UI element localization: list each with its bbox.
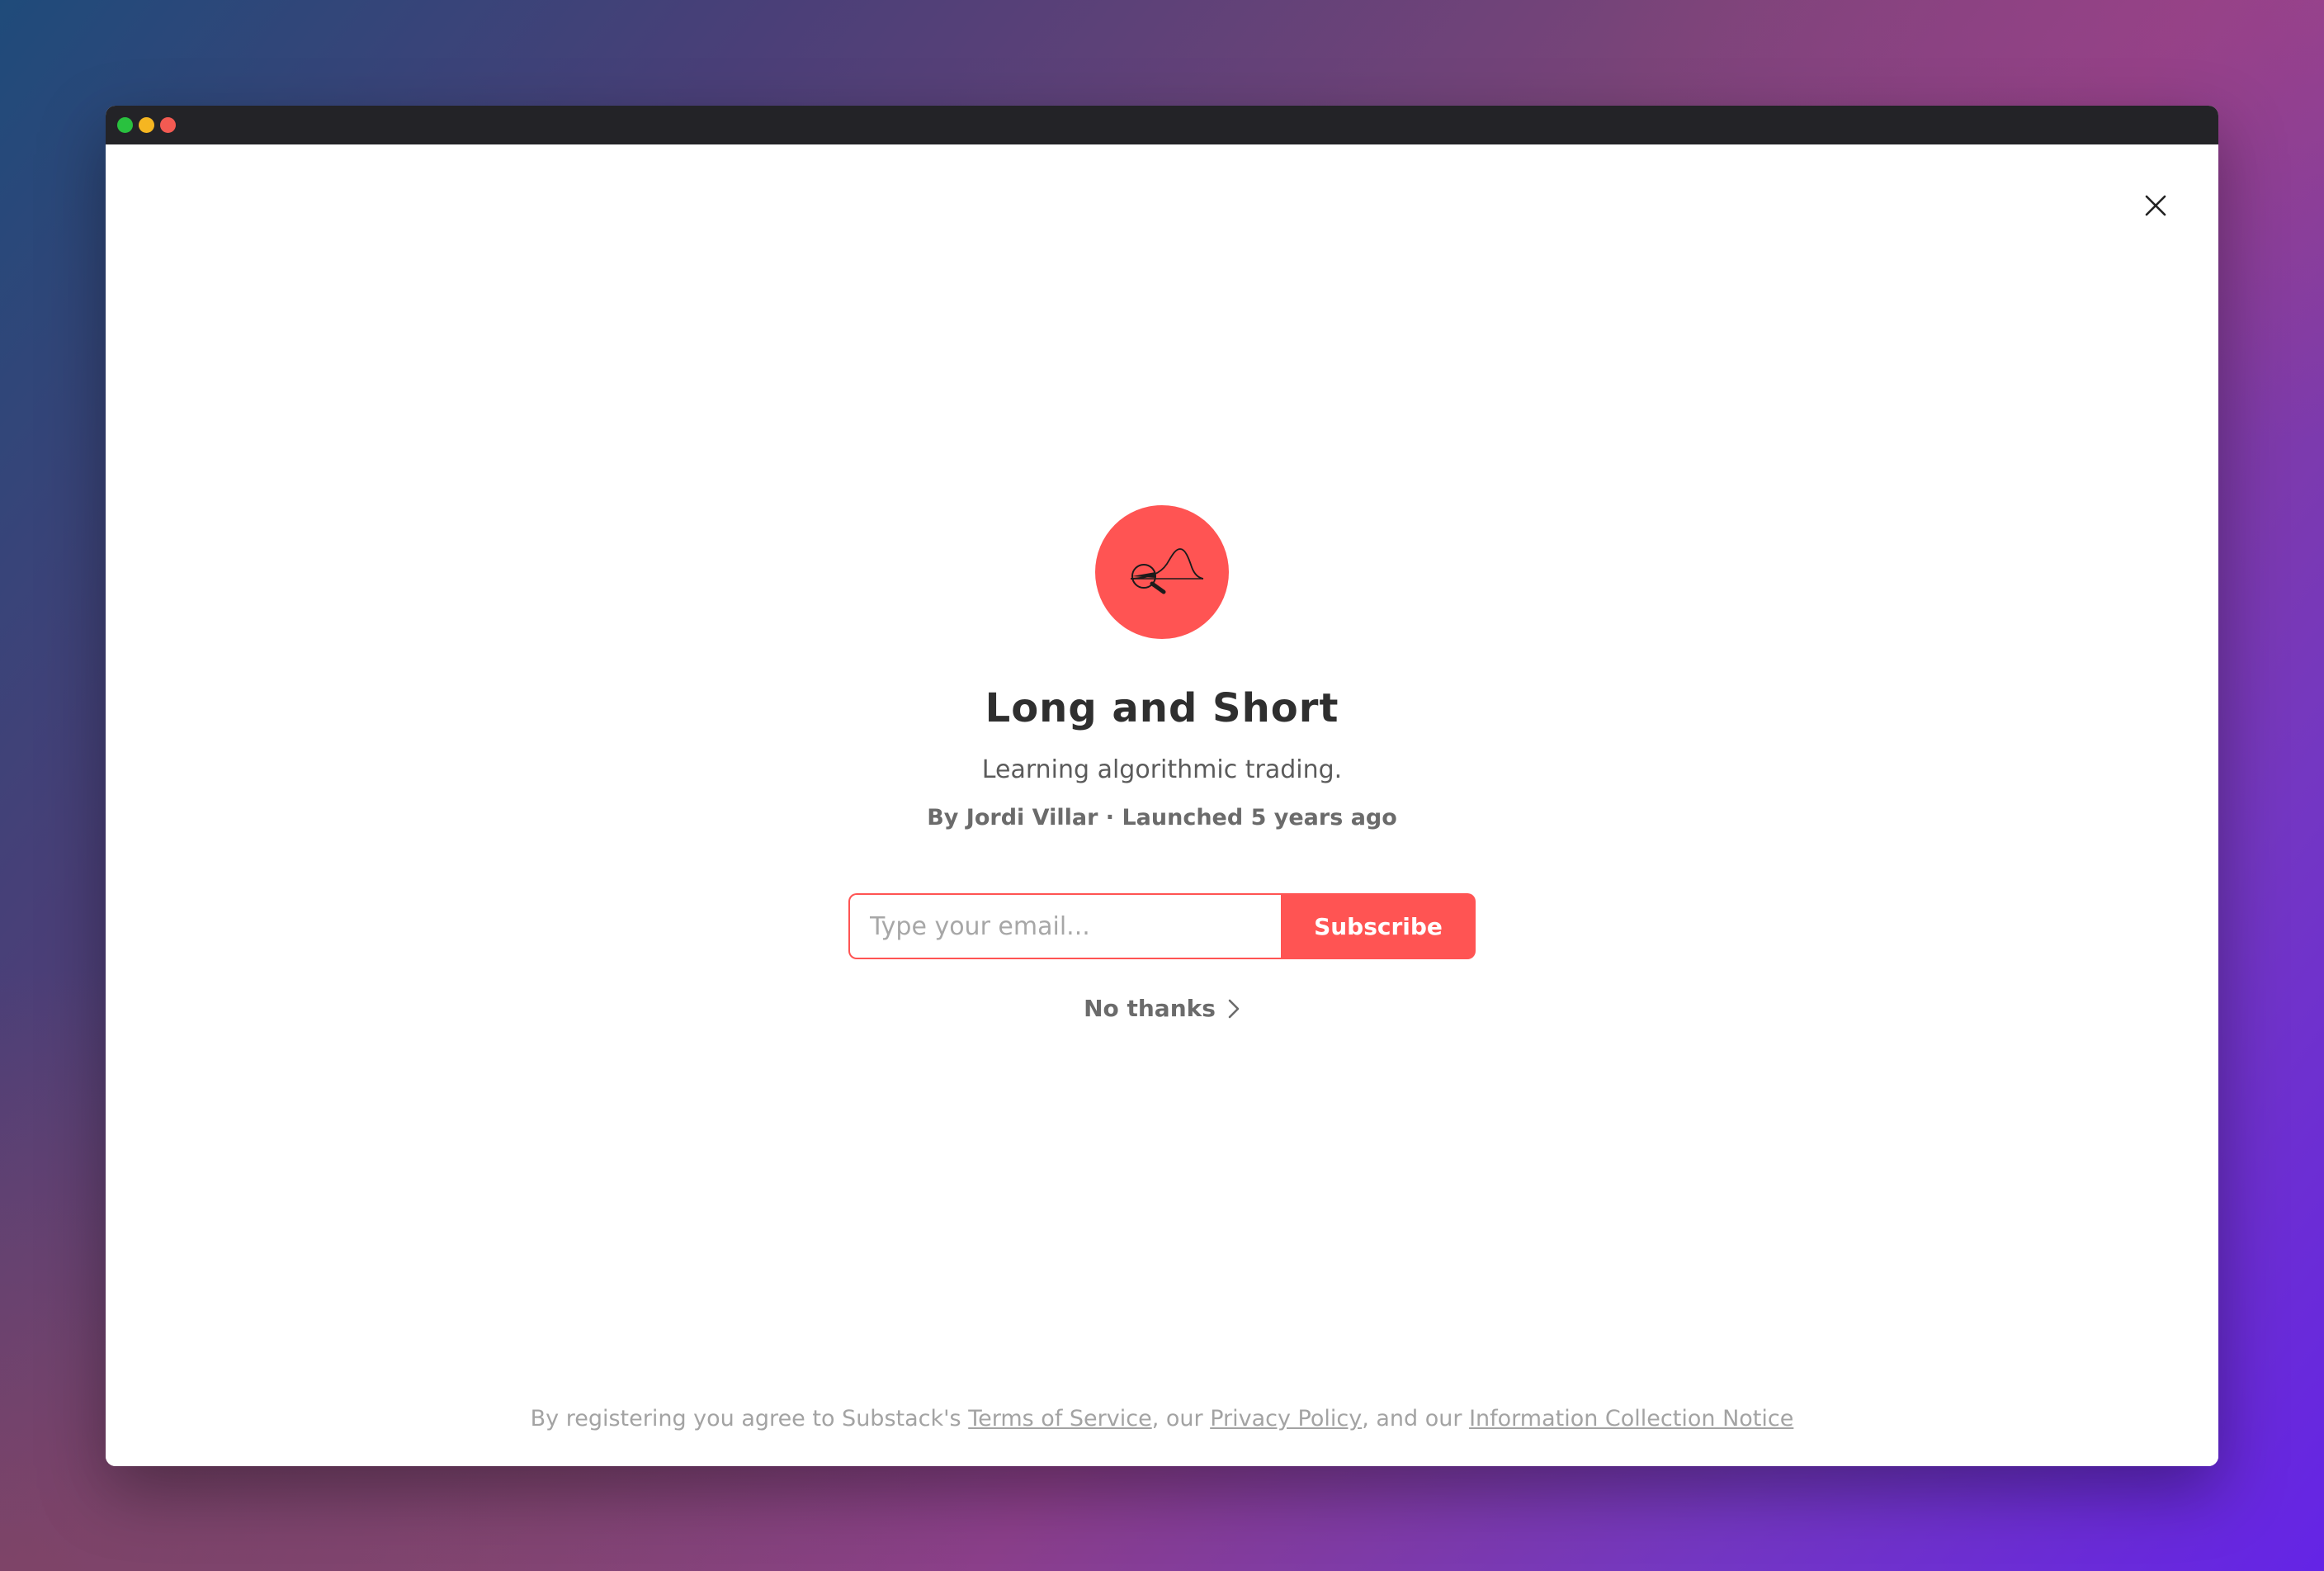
subscribe-form: Subscribe [848,893,1476,959]
footer-separator: , our [1151,1406,1211,1431]
terms-of-service-link[interactable]: Terms of Service [968,1406,1152,1431]
publication-byline: By Jordi Villar · Launched 5 years ago [927,805,1397,830]
publication-subtitle: Learning algorithmic trading. [981,755,1343,784]
window-titlebar [106,106,2218,144]
privacy-policy-link[interactable]: Privacy Policy [1210,1406,1362,1431]
information-collection-notice-link[interactable]: Information Collection Notice [1469,1406,1793,1431]
window-red-button[interactable] [160,117,176,133]
publication-logo [1095,505,1229,639]
no-thanks-link[interactable]: No thanks [106,995,2218,1022]
magnifier-bell-curve-icon [1130,548,1204,594]
footer-separator: , and our [1362,1406,1470,1431]
browser-window: Long and Short Learning algorithmic trad… [106,106,2218,1466]
subscribe-button[interactable]: Subscribe [1281,893,1476,959]
publication-title: Long and Short [985,685,1339,731]
chevron-right-icon [1228,999,1240,1018]
window-green-button[interactable] [117,117,133,133]
legal-footer: By registering you agree to Substack's T… [106,1406,2218,1431]
footer-prefix: By registering you agree to Substack's [530,1406,969,1431]
close-icon [2145,195,2166,216]
email-input[interactable] [848,893,1281,959]
no-thanks-label: No thanks [1084,995,1216,1022]
window-yellow-button[interactable] [139,117,154,133]
subscribe-modal: Long and Short Learning algorithmic trad… [106,144,2218,1466]
close-button[interactable] [2137,187,2174,224]
